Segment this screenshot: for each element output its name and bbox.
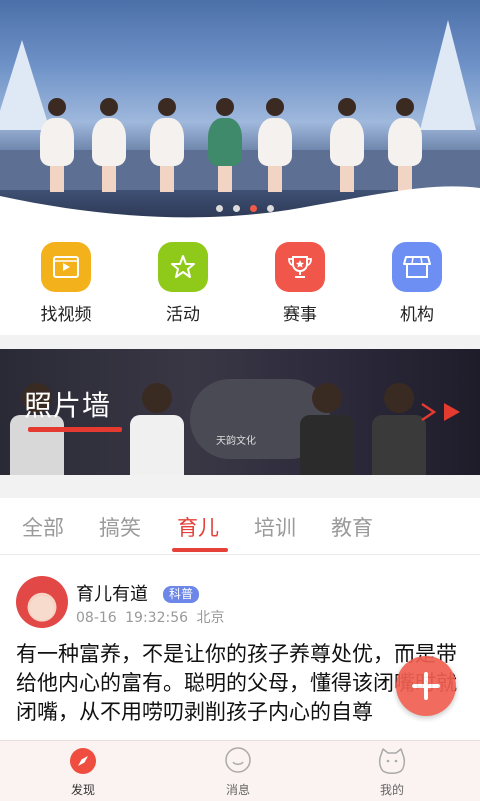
snow-tree-decoration [420,20,476,130]
bottom-nav-label: 消息 [225,783,250,797]
post-location: 北京 [196,610,225,626]
drum-brand-text: 天韵文化 [216,436,256,447]
play-arrows-icon [421,402,460,422]
nav-label: 找视频 [40,305,92,325]
tab-parenting[interactable]: 育儿 [177,512,219,542]
post-meta: 08-16 19:32:56 北京 [76,607,224,627]
banner-wave-divider [0,186,480,222]
category-tabs: 全部 搞笑 育儿 培训 教育 [0,498,480,555]
post-time: 19:32:56 [125,610,189,626]
child-figure [130,383,184,475]
nav-label: 赛事 [283,305,317,325]
add-post-button[interactable] [396,656,456,716]
bottom-navigation: 发现 消息 我的 [0,740,480,801]
avatar-face [30,596,54,620]
post-date: 08-16 [76,610,117,626]
section-divider [0,475,480,498]
shop-icon [392,242,442,292]
nav-institution[interactable]: 机构 [367,242,467,325]
tab-education[interactable]: 教育 [331,512,373,542]
child-figure [372,383,426,475]
category-badge: 科普 [163,586,200,603]
cat-face-icon [378,748,406,774]
bottom-nav-messages[interactable]: 消息 [208,747,268,798]
section-divider [0,335,480,349]
banner-pagination[interactable] [216,205,276,213]
bottom-nav-profile[interactable]: 我的 [362,747,422,798]
compass-icon [70,748,96,774]
plus-icon [412,672,440,700]
bottom-nav-label: 发现 [70,783,95,797]
trophy-icon [275,242,325,292]
author-name[interactable]: 育儿有道 [76,580,148,606]
author-avatar[interactable] [16,576,68,628]
chat-icon [225,747,251,773]
video-icon [41,242,91,292]
child-figure [300,383,354,475]
tab-training[interactable]: 培训 [254,512,296,542]
photo-wall-title: 照片墙 [24,389,112,422]
tab-funny[interactable]: 搞笑 [99,512,141,542]
tab-all[interactable]: 全部 [22,512,64,542]
banner-dot[interactable] [216,205,223,212]
star-icon [158,242,208,292]
banner-dot-active[interactable] [250,205,257,212]
active-tab-indicator [172,548,228,552]
nav-competition[interactable]: 赛事 [250,242,350,325]
bottom-nav-label: 我的 [379,783,404,797]
banner-dot[interactable] [233,205,240,212]
banner-dot[interactable] [267,205,274,212]
bottom-nav-discover[interactable]: 发现 [53,747,113,798]
title-underline [28,427,122,432]
nav-label: 活动 [166,305,200,325]
nav-activity[interactable]: 活动 [133,242,233,325]
nav-find-video[interactable]: 找视频 [16,242,116,325]
nav-label: 机构 [400,305,434,325]
